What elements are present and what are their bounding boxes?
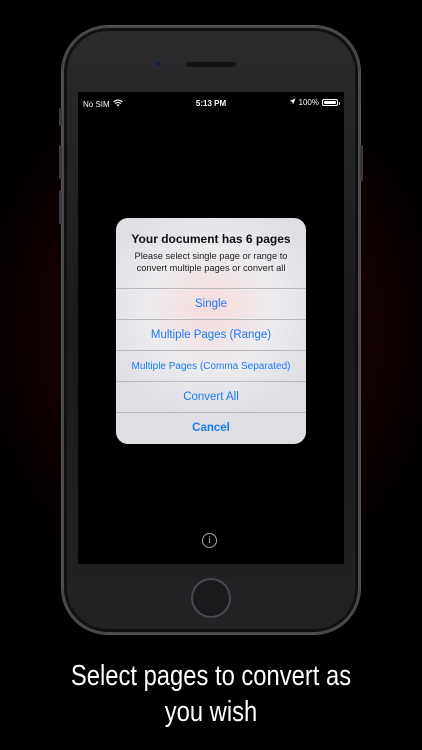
battery-level-fill	[324, 101, 336, 104]
volume-up-button	[59, 145, 62, 179]
caption-line-1: Select pages to convert as	[70, 660, 352, 692]
status-bar: No SIM 5:13 PM 100%	[78, 92, 344, 114]
power-button	[360, 145, 363, 181]
page-selection-alert: Your document has 6 pages Please select …	[116, 218, 306, 444]
status-right: 100%	[289, 98, 340, 107]
promo-caption: Select pages to convert as you wish	[38, 658, 384, 730]
promo-stage: No SIM 5:13 PM 100% Your document has 6 …	[0, 0, 422, 750]
mute-switch	[59, 108, 62, 126]
battery-percent: 100%	[298, 98, 319, 107]
earpiece-speaker	[186, 62, 236, 67]
caption-line-2: you wish	[164, 696, 258, 728]
multiple-pages-comma-button[interactable]: Multiple Pages (Comma Separated)	[116, 350, 306, 381]
alert-message: Please select single page or range to co…	[134, 251, 288, 273]
convert-all-button[interactable]: Convert All	[116, 381, 306, 412]
volume-down-button	[59, 190, 62, 224]
single-button[interactable]: Single	[116, 288, 306, 319]
location-arrow-icon	[289, 98, 296, 107]
alert-title: Your document has 6 pages	[131, 232, 291, 246]
front-camera	[155, 60, 162, 67]
battery-icon	[322, 99, 340, 106]
cancel-button[interactable]: Cancel	[116, 412, 306, 443]
info-icon[interactable]: i	[202, 533, 217, 548]
home-button[interactable]	[191, 578, 231, 618]
multiple-pages-range-button[interactable]: Multiple Pages (Range)	[116, 319, 306, 350]
